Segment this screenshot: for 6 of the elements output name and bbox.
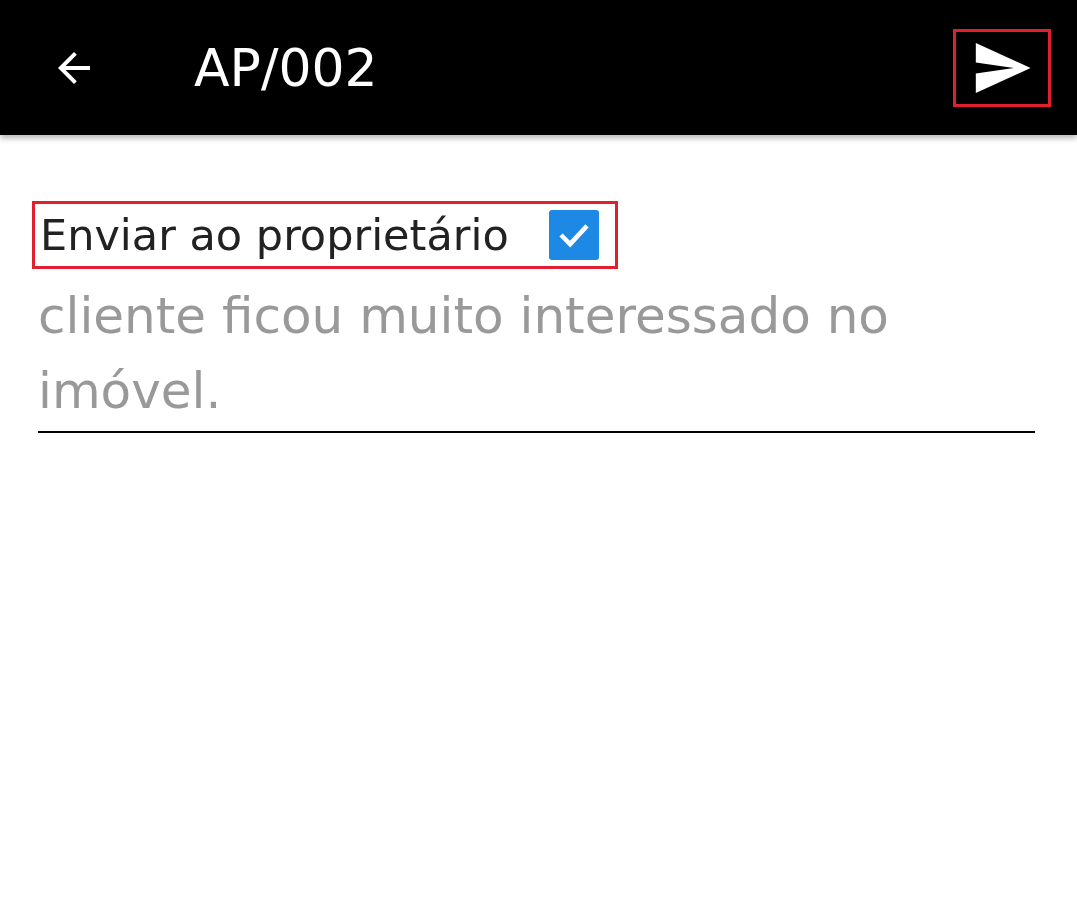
check-icon [557,222,590,248]
send-icon [973,42,1031,93]
checkbox[interactable] [548,210,599,260]
checkbox-label: Enviar ao proprietário [40,210,509,260]
screen-title: AP/002 [194,37,379,98]
send-button[interactable] [953,28,1051,107]
